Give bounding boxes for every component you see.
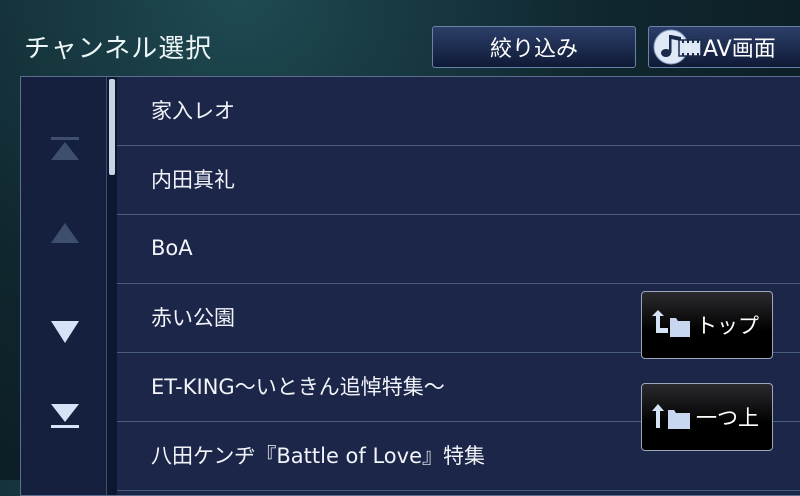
filter-button[interactable]: 絞り込み bbox=[432, 26, 636, 68]
channel-item[interactable]: 家入レオ bbox=[117, 77, 800, 146]
channel-item[interactable]: BoA bbox=[117, 215, 800, 284]
up-one-level-label: 一つ上 bbox=[696, 406, 759, 430]
av-screen-label: AV画面 bbox=[703, 37, 776, 62]
scroll-top-icon[interactable] bbox=[49, 135, 81, 165]
scroll-controls bbox=[21, 77, 107, 495]
page-title: チャンネル選択 bbox=[24, 34, 213, 64]
folder-top-icon bbox=[652, 310, 690, 337]
av-screen-button[interactable]: AV画面 bbox=[648, 26, 800, 68]
scroll-up-icon[interactable] bbox=[49, 217, 81, 247]
go-top-label: トップ bbox=[696, 314, 759, 338]
folder-up-icon bbox=[652, 404, 690, 429]
scroll-bottom-icon[interactable] bbox=[49, 401, 81, 431]
scrollbar-thumb[interactable] bbox=[109, 79, 115, 175]
music-video-icon bbox=[653, 29, 702, 65]
go-top-button[interactable]: トップ bbox=[641, 291, 773, 359]
up-one-level-button[interactable]: 一つ上 bbox=[641, 383, 773, 451]
channel-item[interactable]: 内田真礼 bbox=[117, 146, 800, 215]
scrollbar[interactable] bbox=[107, 77, 117, 495]
scroll-down-icon[interactable] bbox=[49, 317, 81, 347]
